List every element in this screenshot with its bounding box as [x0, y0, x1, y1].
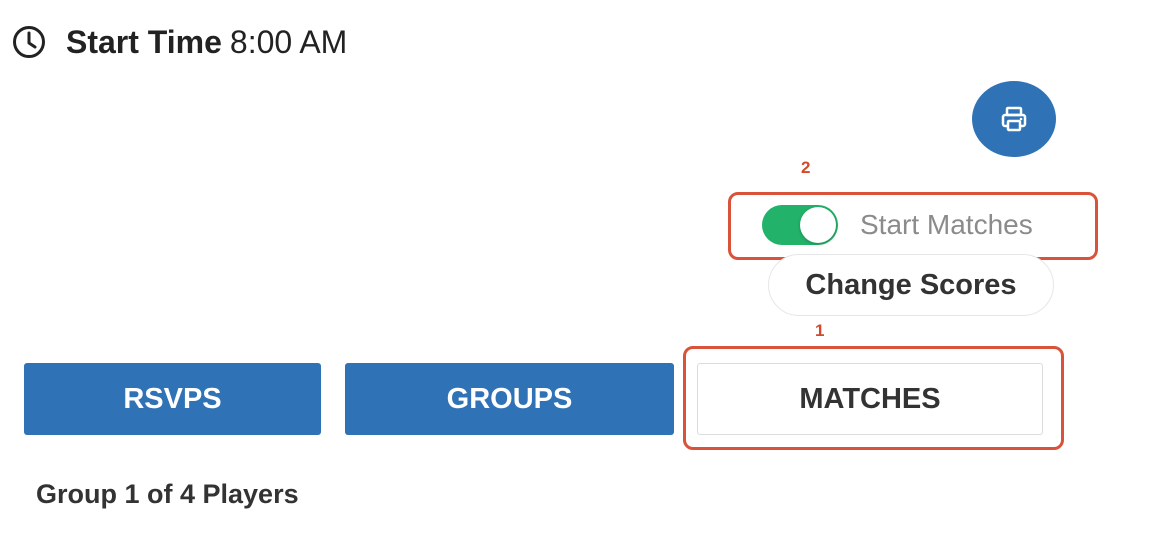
page: Start Time 8:00 AM 2 Start Matches Chang… — [0, 0, 1168, 559]
start-matches-toggle[interactable] — [762, 205, 838, 245]
start-time-label: Start Time — [66, 23, 222, 60]
annotation-marker-1: 1 — [815, 321, 825, 340]
start-matches-label: Start Matches — [860, 209, 1033, 240]
group-heading: Group 1 of 4 Players — [36, 479, 299, 509]
start-matches-toggle-row: Start Matches — [762, 205, 1033, 245]
start-time-text: Start Time 8:00 AM — [66, 24, 347, 61]
tab-matches[interactable]: MATCHES — [697, 363, 1043, 435]
change-scores-button[interactable]: Change Scores — [768, 254, 1054, 316]
print-button[interactable] — [972, 81, 1056, 157]
tab-groups[interactable]: GROUPS — [345, 363, 674, 435]
tab-rsvps[interactable]: RSVPS — [24, 363, 321, 435]
printer-icon — [1001, 106, 1027, 132]
clock-icon — [13, 26, 45, 58]
toggle-knob — [800, 207, 836, 243]
annotation-marker-2: 2 — [801, 158, 811, 177]
start-time: Start Time 8:00 AM — [12, 20, 347, 64]
start-time-value: 8:00 AM — [229, 23, 348, 60]
